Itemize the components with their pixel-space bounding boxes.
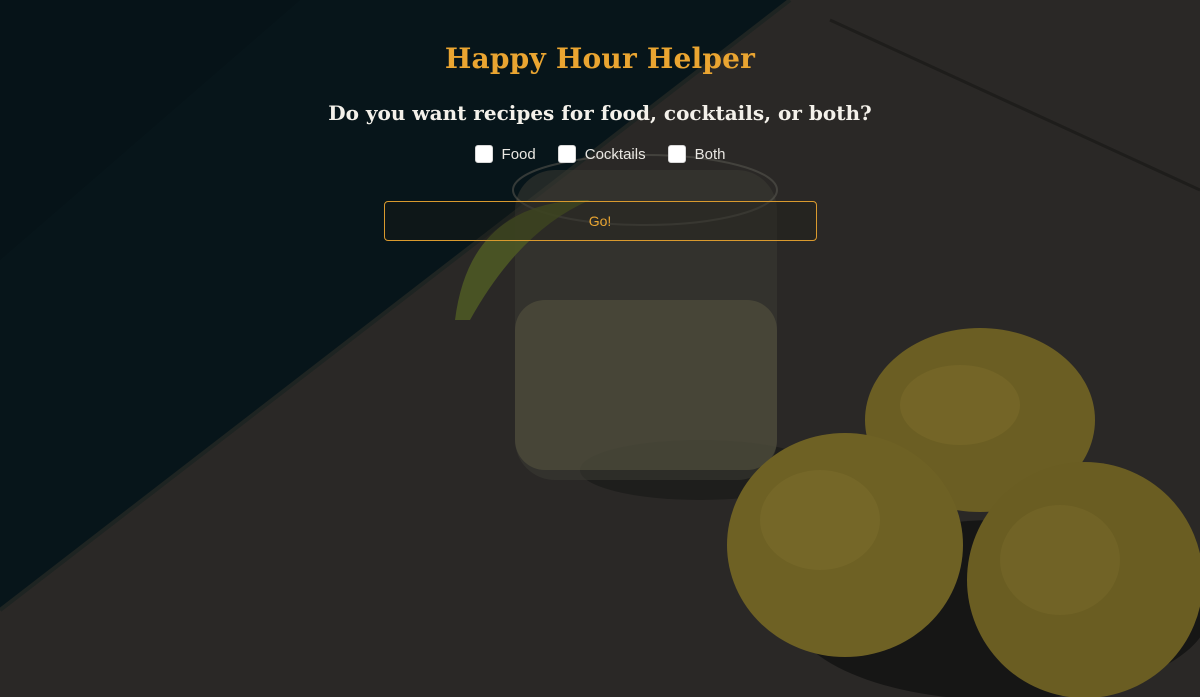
both-checkbox[interactable] (667, 145, 686, 163)
cocktails-checkbox[interactable] (557, 145, 576, 163)
food-label: Food (501, 145, 536, 163)
option-both[interactable]: Both (667, 145, 726, 163)
main-content: Happy Hour Helper Do you want recipes fo… (0, 0, 1200, 697)
recipe-type-options: Food Cocktails Both (474, 145, 726, 163)
both-label: Both (694, 145, 726, 163)
page-title: Happy Hour Helper (444, 42, 756, 75)
go-button[interactable]: Go! (383, 201, 817, 241)
cocktails-label: Cocktails (584, 145, 646, 163)
recipe-question: Do you want recipes for food, cocktails,… (328, 101, 872, 125)
option-food[interactable]: Food (474, 145, 536, 163)
option-cocktails[interactable]: Cocktails (557, 145, 646, 163)
food-checkbox[interactable] (474, 145, 493, 163)
page: Happy Hour Helper Do you want recipes fo… (0, 0, 1200, 697)
